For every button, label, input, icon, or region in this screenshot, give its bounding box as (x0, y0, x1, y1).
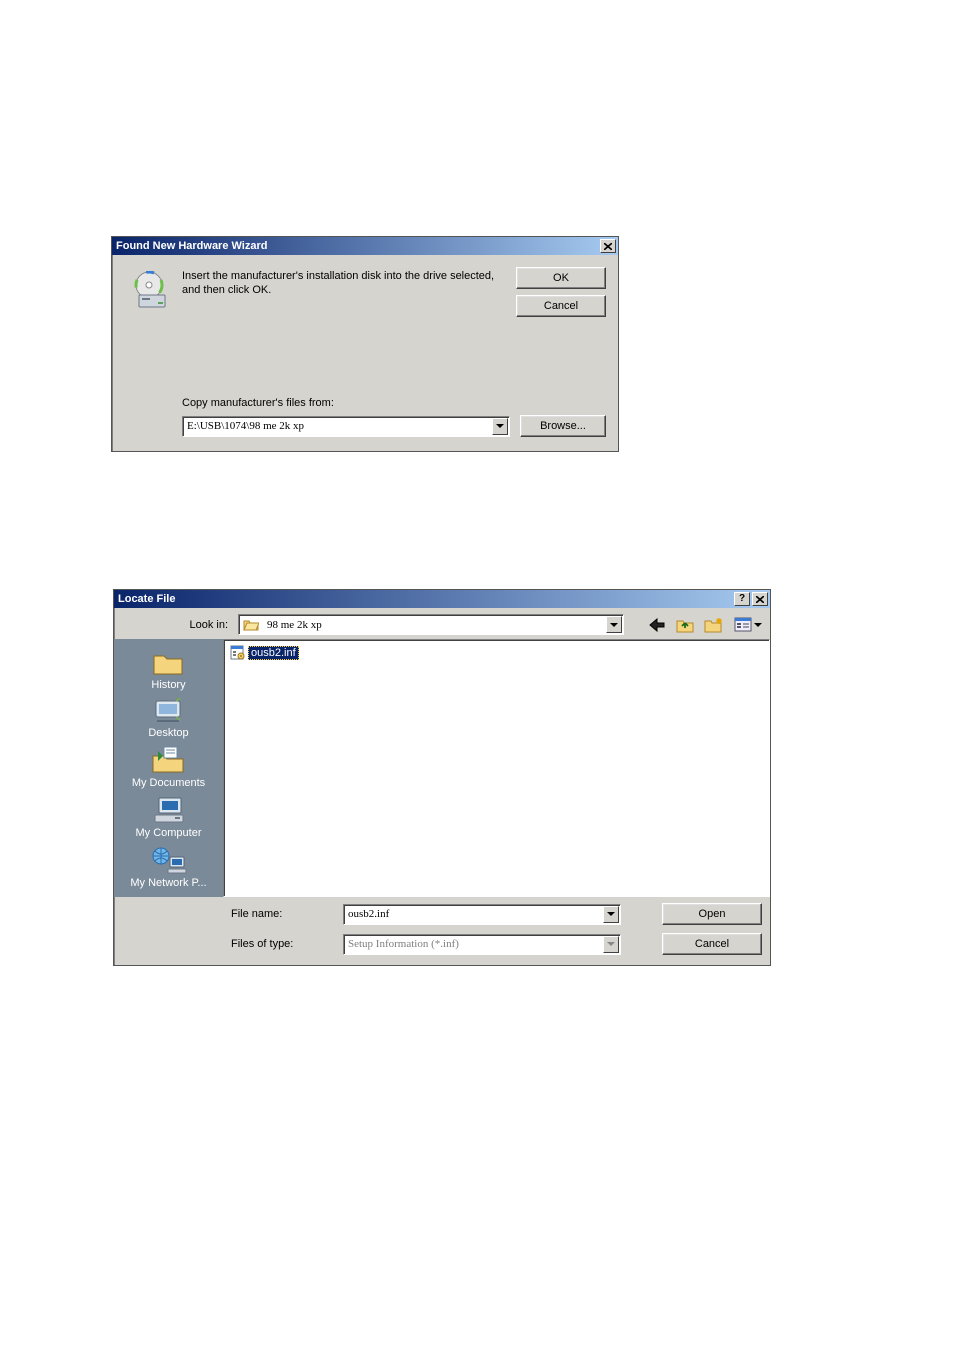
ok-button[interactable]: OK (516, 267, 606, 289)
install-disk-icon (133, 271, 173, 311)
filename-label: File name: (231, 908, 331, 920)
help-icon: ? (739, 594, 745, 604)
chevron-down-icon (607, 912, 615, 916)
copy-from-label: Copy manufacturer's files from: (182, 397, 606, 409)
combo-dropdown-button[interactable] (606, 616, 622, 633)
instruction-text: Insert the manufacturer's installation d… (182, 265, 516, 317)
combo-dropdown-button[interactable] (492, 418, 508, 435)
browse-button[interactable]: Browse... (520, 415, 606, 437)
places-mycomputer[interactable]: My Computer (135, 795, 201, 839)
combo-dropdown-button[interactable] (603, 906, 619, 923)
places-label: My Documents (132, 777, 205, 789)
filetype-combo (343, 934, 621, 955)
open-folder-icon (243, 618, 259, 632)
close-icon (756, 596, 764, 603)
lookin-input[interactable] (263, 619, 605, 631)
toolbar: Look in: (114, 608, 770, 639)
computer-icon (151, 795, 187, 825)
chevron-down-icon (496, 424, 504, 428)
help-button[interactable]: ? (734, 592, 750, 606)
places-mydocuments[interactable]: My Documents (132, 745, 205, 789)
filename-input[interactable] (344, 908, 602, 920)
places-label: Desktop (148, 727, 188, 739)
chevron-down-icon (607, 942, 615, 946)
lookin-combo[interactable] (238, 614, 624, 635)
file-item[interactable]: ousb2.inf (228, 644, 301, 661)
found-new-hardware-dialog: Found New Hardware Wizard Insert the man… (111, 236, 619, 452)
views-icon[interactable] (734, 617, 762, 632)
open-button[interactable]: Open (662, 903, 762, 925)
chevron-down-icon (754, 623, 762, 627)
cancel-button[interactable]: Cancel (516, 295, 606, 317)
places-label: My Network P... (130, 877, 206, 889)
up-one-level-icon[interactable] (676, 616, 694, 633)
close-icon (604, 243, 612, 250)
titlebar[interactable]: Locate File ? (114, 590, 770, 608)
back-icon[interactable] (648, 617, 666, 633)
combo-dropdown-button (603, 936, 619, 953)
folder-icon (151, 647, 185, 677)
file-list[interactable]: ousb2.inf (223, 639, 770, 897)
chevron-down-icon (610, 623, 618, 627)
filetype-input (344, 938, 602, 950)
desktop-icon (151, 697, 185, 725)
lookin-label: Look in: (122, 619, 232, 631)
titlebar[interactable]: Found New Hardware Wizard (112, 237, 618, 255)
places-desktop[interactable]: Desktop (148, 697, 188, 739)
copy-from-combo[interactable] (182, 416, 510, 437)
close-button[interactable] (600, 239, 616, 253)
filetype-label: Files of type: (231, 938, 331, 950)
filename-combo[interactable] (343, 904, 621, 925)
places-label: History (151, 679, 185, 691)
mydocuments-icon (150, 745, 186, 775)
locate-file-dialog: Locate File ? Look in: (113, 589, 771, 966)
copy-from-input[interactable] (183, 420, 491, 432)
new-folder-icon[interactable] (704, 616, 724, 633)
inf-file-icon (230, 645, 245, 660)
places-mynetwork[interactable]: My Network P... (130, 845, 206, 889)
window-title: Found New Hardware Wizard (116, 240, 267, 252)
places-label: My Computer (135, 827, 201, 839)
window-title: Locate File (118, 593, 175, 605)
file-name: ousb2.inf (248, 646, 299, 660)
network-icon (150, 845, 188, 875)
close-button[interactable] (752, 592, 768, 606)
places-history[interactable]: History (151, 647, 185, 691)
cancel-button[interactable]: Cancel (662, 933, 762, 955)
places-bar: History Desktop My Documents My Computer… (114, 639, 223, 897)
